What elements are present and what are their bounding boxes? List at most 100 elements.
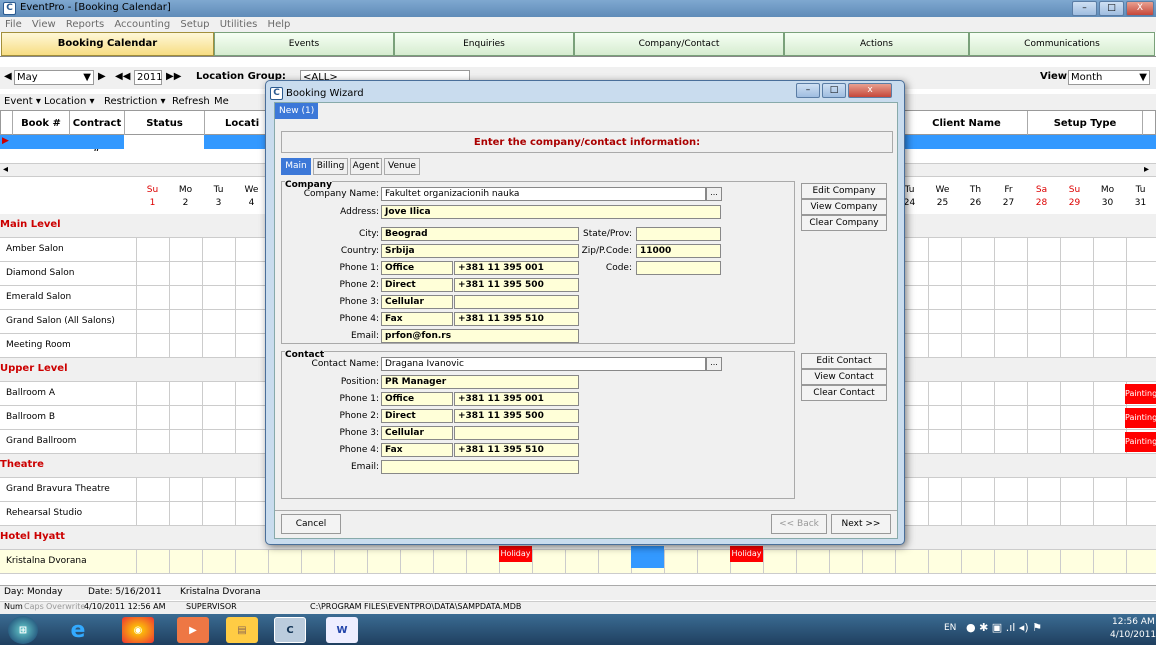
col-setup-type[interactable]: Setup Type	[1028, 111, 1143, 136]
col-book-number[interactable]: Book #	[13, 111, 70, 136]
day-cell[interactable]	[961, 382, 994, 406]
day-cell[interactable]	[763, 550, 796, 574]
day-cell[interactable]	[136, 238, 169, 262]
wizard-close-button[interactable]: x	[848, 83, 892, 98]
day-cell[interactable]	[1060, 430, 1093, 454]
day-cell[interactable]	[1126, 262, 1156, 286]
day-cell[interactable]	[169, 310, 202, 334]
cancel-button[interactable]: Cancel	[281, 514, 341, 534]
day-cell[interactable]	[235, 262, 268, 286]
close-button[interactable]: X	[1126, 1, 1154, 16]
day-cell[interactable]	[235, 478, 268, 502]
day-cell[interactable]	[664, 550, 697, 574]
day-cell[interactable]	[235, 550, 268, 574]
company-phone3-number[interactable]	[454, 295, 579, 309]
day-cell[interactable]	[961, 334, 994, 358]
me-button[interactable]: Me	[214, 96, 229, 107]
clear-company-button[interactable]: Clear Company	[801, 215, 887, 231]
tab-enquiries[interactable]: Enquiries	[394, 32, 574, 56]
wizard-tab-venue[interactable]: Venue	[384, 158, 420, 175]
day-cell[interactable]	[697, 550, 730, 574]
day-cell[interactable]	[1060, 286, 1093, 310]
day-cell[interactable]	[1093, 478, 1126, 502]
day-header[interactable]: Tu 3	[202, 180, 235, 214]
day-header[interactable]: Mo 30	[1091, 180, 1124, 214]
day-cell[interactable]	[169, 430, 202, 454]
day-cell[interactable]	[136, 478, 169, 502]
day-cell[interactable]	[1093, 310, 1126, 334]
refresh-button[interactable]: Refresh	[172, 96, 210, 107]
day-cell[interactable]	[598, 550, 631, 574]
day-cell[interactable]	[1060, 478, 1093, 502]
company-phone1-type[interactable]: Office	[381, 261, 453, 275]
day-cell[interactable]	[268, 550, 301, 574]
day-cell[interactable]	[235, 238, 268, 262]
company-email-field[interactable]: prfon@fon.rs	[381, 329, 579, 343]
contact-phone3-type[interactable]: Cellular	[381, 426, 453, 440]
day-cell[interactable]	[1060, 550, 1093, 574]
day-cell[interactable]	[202, 286, 235, 310]
day-cell[interactable]	[1093, 382, 1126, 406]
day-cell[interactable]	[565, 550, 598, 574]
clock-date[interactable]: 4/10/2011	[1110, 630, 1156, 640]
day-cell[interactable]	[994, 286, 1027, 310]
day-cell[interactable]	[169, 262, 202, 286]
day-cell[interactable]	[169, 382, 202, 406]
day-cell[interactable]	[961, 406, 994, 430]
contact-lookup-button[interactable]: ...	[706, 357, 722, 371]
day-cell[interactable]	[367, 550, 400, 574]
day-cell[interactable]	[136, 382, 169, 406]
day-cell[interactable]	[994, 478, 1027, 502]
edit-company-button[interactable]: Edit Company	[801, 183, 887, 199]
next-button[interactable]: Next >>	[831, 514, 891, 534]
booking-block[interactable]: Painting	[1125, 408, 1156, 428]
day-cell[interactable]	[136, 406, 169, 430]
col-status[interactable]: Status	[125, 111, 205, 136]
day-cell[interactable]	[1126, 334, 1156, 358]
contact-phone4-number[interactable]: +381 11 395 510	[454, 443, 579, 457]
day-cell[interactable]	[202, 430, 235, 454]
menu-utilities[interactable]: Utilities	[220, 17, 258, 32]
day-cell[interactable]	[961, 430, 994, 454]
day-cell[interactable]	[136, 550, 169, 574]
day-cell[interactable]	[136, 262, 169, 286]
day-cell[interactable]	[1093, 286, 1126, 310]
day-header[interactable]: Su 29	[1058, 180, 1091, 214]
eventpro-taskbar-icon[interactable]: C	[274, 617, 306, 643]
wizard-tab-agent[interactable]: Agent	[350, 158, 382, 175]
day-cell[interactable]	[1027, 406, 1060, 430]
day-cell[interactable]	[928, 406, 961, 430]
contact-phone1-type[interactable]: Office	[381, 392, 453, 406]
day-cell[interactable]	[994, 334, 1027, 358]
company-phone4-number[interactable]: +381 11 395 510	[454, 312, 579, 326]
start-button[interactable]: ⊞	[8, 616, 38, 644]
day-cell[interactable]	[928, 502, 961, 526]
day-cell[interactable]	[169, 334, 202, 358]
room-row[interactable]: Kristalna Dvorana Holiday Holiday	[0, 546, 1156, 574]
day-cell[interactable]	[994, 238, 1027, 262]
day-cell[interactable]	[1126, 550, 1156, 574]
day-cell[interactable]	[994, 502, 1027, 526]
day-cell[interactable]	[1027, 430, 1060, 454]
day-cell[interactable]	[1093, 406, 1126, 430]
day-cell[interactable]	[928, 262, 961, 286]
day-cell[interactable]	[202, 238, 235, 262]
day-cell[interactable]	[1060, 262, 1093, 286]
menu-view[interactable]: View	[32, 17, 56, 32]
menu-reports[interactable]: Reports	[66, 17, 104, 32]
menu-accounting[interactable]: Accounting	[114, 17, 170, 32]
prev-month-icon[interactable]: ◀	[4, 71, 12, 82]
media-player-icon[interactable]: ▶	[177, 617, 209, 643]
address-field[interactable]: Jove Ilica	[381, 205, 721, 219]
menu-setup[interactable]: Setup	[180, 17, 209, 32]
day-cell[interactable]	[994, 430, 1027, 454]
day-cell[interactable]	[136, 310, 169, 334]
day-cell[interactable]	[202, 550, 235, 574]
contact-phone2-type[interactable]: Direct	[381, 409, 453, 423]
day-cell[interactable]	[1060, 382, 1093, 406]
code-field[interactable]	[636, 261, 721, 275]
day-cell[interactable]	[961, 262, 994, 286]
day-cell[interactable]	[1060, 310, 1093, 334]
day-cell[interactable]	[202, 502, 235, 526]
day-cell[interactable]	[1027, 478, 1060, 502]
